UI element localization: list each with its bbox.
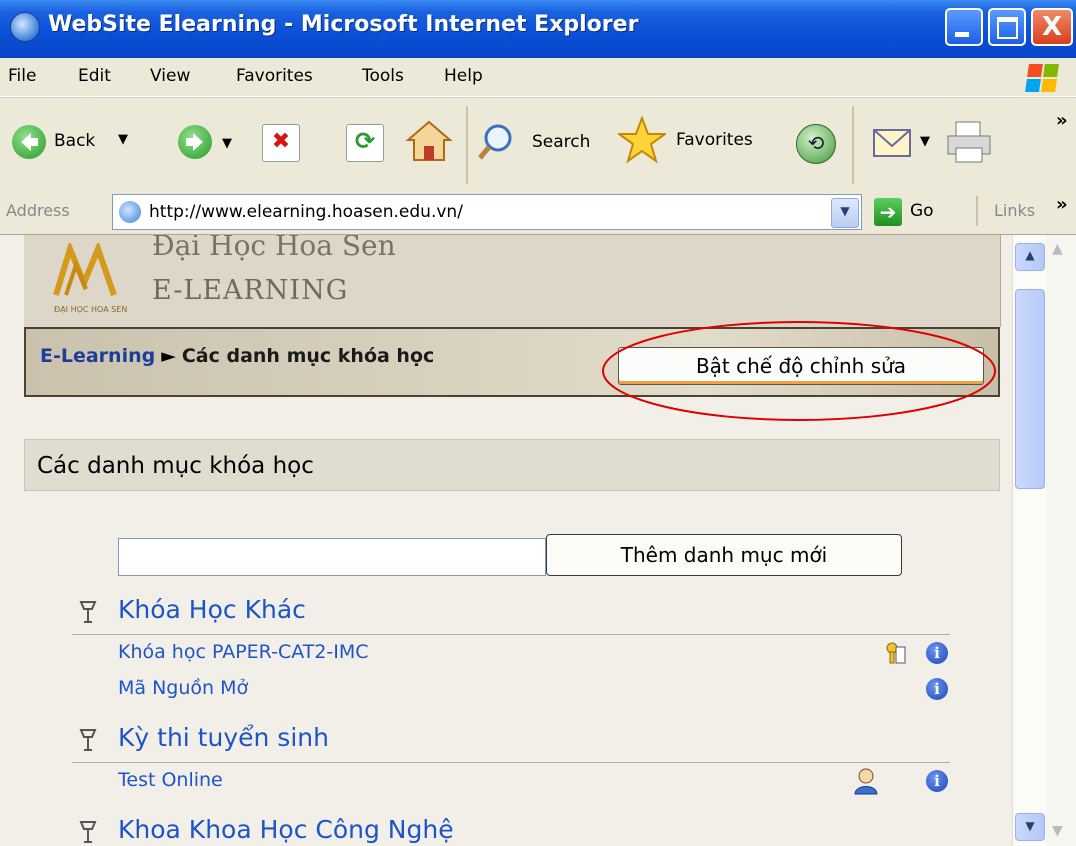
page-scrollbar[interactable]: ▲ ▼ xyxy=(1012,235,1047,846)
favorites-button[interactable]: Favorites xyxy=(615,115,778,166)
links-overflow-chevron[interactable]: » xyxy=(1056,194,1068,215)
menu-file[interactable]: File xyxy=(8,66,36,86)
close-icon: X xyxy=(1041,12,1063,42)
search-label: Search xyxy=(532,132,591,152)
windows-logo-icon xyxy=(1018,60,1068,94)
go-arrow-icon: ➔ xyxy=(874,198,902,226)
window-titlebar: WebSite Elearning - Microsoft Internet E… xyxy=(0,0,1076,58)
search-button[interactable]: Search xyxy=(476,120,606,166)
add-category-button[interactable]: Thêm danh mục mới xyxy=(546,534,902,576)
breadcrumb: E-Learning ► Các danh mục khóa học xyxy=(40,345,434,367)
stop-icon: ✖ xyxy=(271,129,291,154)
address-separator xyxy=(976,196,978,226)
info-icon[interactable]: i xyxy=(926,678,948,700)
menu-favorites[interactable]: Favorites xyxy=(236,66,313,86)
chevron-down-icon: ▼ xyxy=(840,204,850,218)
search-icon xyxy=(478,124,512,160)
key-icon xyxy=(884,641,906,665)
category-title[interactable]: Khoa Khoa Học Công Nghệ xyxy=(118,815,454,844)
scroll-up-button[interactable]: ▲ xyxy=(1015,243,1045,271)
hoasen-logo-icon xyxy=(53,243,117,296)
scroll-thumb[interactable] xyxy=(1015,289,1045,489)
guest-icon xyxy=(852,767,880,795)
site-header: ĐẠI HỌC HOA SEN Đại Học Hoa Sen E-LEARNI… xyxy=(24,235,1001,327)
course-link[interactable]: Mã Nguồn Mở xyxy=(118,677,248,699)
outer-scroll-up-icon[interactable]: ▲ xyxy=(1052,241,1063,257)
new-category-input[interactable] xyxy=(118,538,546,576)
go-label: Go xyxy=(910,201,934,221)
menu-help[interactable]: Help xyxy=(444,66,483,86)
logo-caption: ĐẠI HỌC HOA SEN xyxy=(54,305,128,314)
home-button[interactable] xyxy=(404,118,454,164)
address-label: Address xyxy=(6,201,70,220)
window-title: WebSite Elearning - Microsoft Internet E… xyxy=(48,12,639,37)
toolbar-separator xyxy=(466,106,468,184)
toolbar-separator-2 xyxy=(852,106,854,184)
category-title[interactable]: Kỳ thi tuyển sinh xyxy=(118,723,329,752)
mail-icon xyxy=(873,129,911,157)
chevron-down-icon: ▼ xyxy=(1025,819,1035,833)
outer-scroll-down-icon[interactable]: ▼ xyxy=(1052,823,1063,839)
site-name-vietnamese: Đại Học Hoa Sen xyxy=(152,235,396,262)
refresh-button[interactable]: ⟳ xyxy=(346,124,384,162)
minimize-button[interactable] xyxy=(945,8,983,46)
back-button[interactable]: Back ▼ xyxy=(6,120,166,164)
breadcrumb-separator: ► xyxy=(161,345,176,367)
forward-button[interactable] xyxy=(178,125,212,159)
menu-edit[interactable]: Edit xyxy=(78,66,111,86)
close-button[interactable]: X xyxy=(1031,8,1073,46)
category-icon xyxy=(79,729,97,751)
category-divider xyxy=(72,762,950,763)
mail-dropdown-icon: ▼ xyxy=(920,134,930,149)
chevron-up-icon: ▲ xyxy=(1025,248,1035,262)
category-divider xyxy=(72,634,950,635)
address-url: http://www.elearning.hoasen.edu.vn/ xyxy=(149,202,463,222)
address-dropdown-button[interactable]: ▼ xyxy=(831,198,859,228)
forward-arrow-icon xyxy=(186,133,203,151)
print-button[interactable] xyxy=(944,118,998,166)
forward-dropdown-icon[interactable]: ▼ xyxy=(222,136,232,151)
site-name-elearning: E-LEARNING xyxy=(152,275,349,306)
maximize-button[interactable] xyxy=(988,8,1026,46)
section-title: Các danh mục khóa học xyxy=(37,453,314,479)
page-content: ĐẠI HỌC HOA SEN Đại Học Hoa Sen E-LEARNI… xyxy=(0,235,1012,846)
history-button[interactable]: ⟲ xyxy=(796,124,836,164)
back-arrow-icon xyxy=(12,125,46,159)
home-icon xyxy=(405,120,453,161)
address-input[interactable]: http://www.elearning.hoasen.edu.vn/ ▼ xyxy=(112,194,862,230)
ie-app-icon xyxy=(10,12,40,42)
mail-button[interactable]: ▼ xyxy=(870,120,940,166)
scroll-down-button[interactable]: ▼ xyxy=(1015,813,1045,841)
history-icon: ⟲ xyxy=(807,131,825,155)
toolbar-overflow-chevron[interactable]: » xyxy=(1056,110,1068,131)
info-icon[interactable]: i xyxy=(926,770,948,792)
category-icon xyxy=(79,821,97,843)
outer-scrollbar[interactable]: ▲ ▼ xyxy=(1046,235,1076,846)
info-icon[interactable]: i xyxy=(926,642,948,664)
breadcrumb-home-link[interactable]: E-Learning xyxy=(40,345,155,367)
course-link[interactable]: Test Online xyxy=(118,769,223,791)
refresh-icon: ⟳ xyxy=(354,127,376,155)
printer-icon xyxy=(947,121,991,163)
menu-tools[interactable]: Tools xyxy=(362,66,404,86)
menu-bar: File Edit View Favorites Tools Help xyxy=(0,58,1076,97)
favorites-star-icon xyxy=(615,115,669,164)
back-label: Back xyxy=(54,131,96,151)
breadcrumb-current: Các danh mục khóa học xyxy=(181,345,435,367)
page-icon xyxy=(119,201,141,223)
category-icon xyxy=(79,601,97,623)
category-title[interactable]: Khóa Học Khác xyxy=(118,595,306,624)
favorites-label: Favorites xyxy=(676,130,753,150)
menu-view[interactable]: View xyxy=(150,66,190,86)
highlight-ellipse xyxy=(602,321,996,421)
address-bar: Address http://www.elearning.hoasen.edu.… xyxy=(0,190,1076,235)
standard-toolbar: Back ▼ ▼ ✖ ⟳ Search Favorites ⟲ ▼ » xyxy=(0,97,1076,191)
links-label[interactable]: Links xyxy=(994,201,1035,220)
section-header: Các danh mục khóa học xyxy=(24,439,1000,491)
course-link[interactable]: Khóa học PAPER-CAT2-IMC xyxy=(118,641,369,663)
stop-button[interactable]: ✖ xyxy=(262,124,300,162)
go-button[interactable]: ➔ Go xyxy=(874,196,954,228)
back-dropdown-icon[interactable]: ▼ xyxy=(118,132,128,147)
